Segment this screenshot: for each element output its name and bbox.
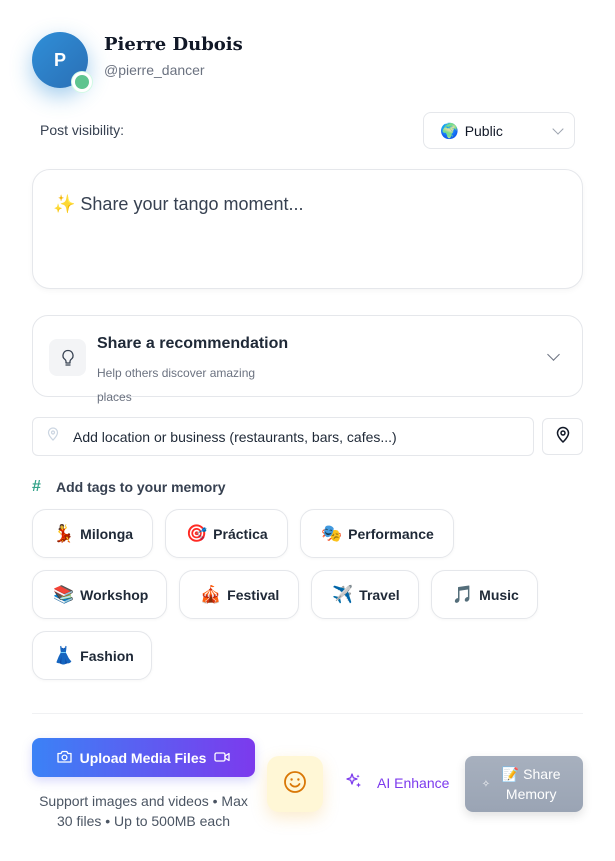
recommendation-title: Share a recommendation [97, 335, 289, 352]
location-pin-icon [47, 427, 59, 446]
recommendation-toggle[interactable]: Share a recommendation Help others disco… [32, 315, 583, 404]
circus-tent-icon: 🎪 [200, 584, 222, 604]
tag-performance[interactable]: 🎭 Performance [300, 509, 454, 558]
tag-milonga[interactable]: 💃 Milonga [32, 509, 153, 558]
upload-note: Support images and videos • Max 30 files… [39, 793, 248, 829]
post-composer[interactable] [32, 169, 583, 289]
globe-icon: 🌍 [440, 122, 459, 140]
tag-travel[interactable]: ✈️ Travel [311, 570, 419, 619]
divider [32, 713, 583, 714]
dress-icon: 👗 [53, 645, 75, 665]
avatar-initial: P [53, 49, 66, 70]
chevron-down-icon [547, 348, 560, 361]
ai-enhance-label: AI Enhance [377, 774, 450, 791]
tag-label: Workshop [80, 586, 149, 603]
location-input[interactable] [73, 428, 533, 445]
dancer-icon: 💃 [53, 523, 75, 543]
share-memory-button[interactable]: ✧ 📝 Share Memory [465, 756, 583, 812]
map-pin-button[interactable] [542, 418, 583, 455]
tag-label: Práctica [213, 525, 268, 542]
books-icon: 📚 [53, 584, 75, 604]
chevron-down-icon [552, 122, 564, 135]
share-memory-label: 📝 Share Memory [501, 766, 561, 802]
target-icon: 🎯 [186, 523, 208, 543]
tag-label: Festival [227, 586, 280, 603]
location-field[interactable] [32, 417, 534, 456]
online-status-icon [72, 72, 92, 92]
visibility-value: Public [464, 122, 503, 139]
map-pin-icon [556, 426, 570, 448]
smiley-icon [283, 770, 307, 799]
user-name: Pierre Dubois [104, 34, 243, 55]
tag-festival[interactable]: 🎪 Festival [179, 570, 299, 619]
emoji-picker-button[interactable] [267, 756, 323, 812]
video-icon [214, 750, 231, 766]
tags-heading: # Add tags to your memory [32, 478, 226, 496]
tag-practica[interactable]: 🎯 Práctica [165, 509, 288, 558]
camera-icon [56, 750, 72, 766]
tag-label: Fashion [80, 647, 134, 664]
lightbulb-icon [49, 339, 86, 376]
post-text-input[interactable] [53, 194, 562, 215]
recommendation-subtitle: Help others discover amazing places [97, 366, 256, 404]
tag-label: Music [479, 586, 519, 603]
tag-music[interactable]: 🎵 Music [431, 570, 538, 619]
upload-label: Upload Media Files [79, 749, 207, 766]
tag-label: Travel [359, 586, 400, 603]
tag-workshop[interactable]: 📚 Workshop [32, 570, 167, 619]
hash-icon: # [32, 478, 41, 495]
airplane-icon: ✈️ [332, 584, 354, 604]
sparkles-icon [345, 772, 363, 793]
tag-fashion[interactable]: 👗 Fashion [32, 631, 152, 680]
theater-masks-icon: 🎭 [321, 523, 343, 543]
upload-media-button[interactable]: Upload Media Files [32, 738, 255, 777]
music-note-icon: 🎵 [452, 584, 474, 604]
visibility-label: Post visibility: [40, 122, 125, 138]
user-handle: @pierre_dancer [104, 62, 205, 78]
tags-heading-label: Add tags to your memory [56, 479, 226, 495]
ai-enhance-button[interactable]: AI Enhance [345, 772, 449, 793]
tag-label: Milonga [80, 525, 134, 542]
tag-label: Performance [348, 525, 434, 542]
visibility-select[interactable]: 🌍 Public [423, 112, 575, 149]
sparkle-icon: ✧ [481, 778, 491, 790]
